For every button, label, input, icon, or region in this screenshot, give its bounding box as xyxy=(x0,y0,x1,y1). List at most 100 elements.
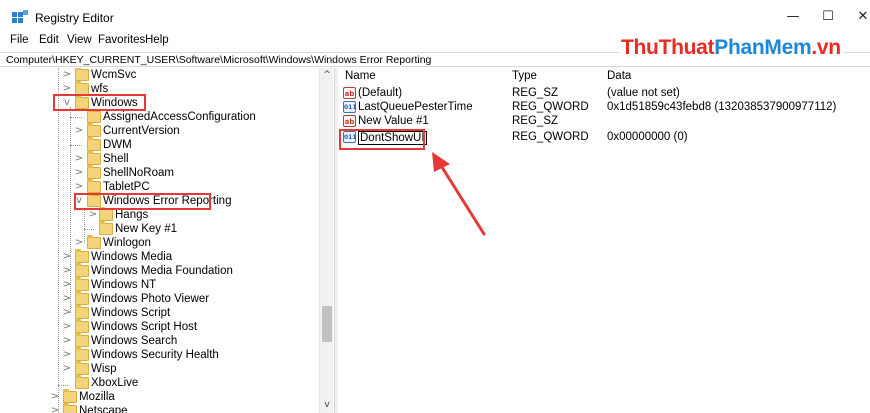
tree-item-xboxlive[interactable]: XboxLive xyxy=(0,375,319,390)
maximize-button[interactable]: ☐ xyxy=(810,4,846,30)
menu-view[interactable]: View xyxy=(67,34,92,46)
folder-icon xyxy=(75,361,89,375)
folder-icon xyxy=(75,263,89,277)
value-name: New Value #1 xyxy=(358,115,429,127)
chevron-right-icon[interactable]: > xyxy=(74,166,84,180)
binary-value-icon: 011 xyxy=(343,101,357,113)
tree-item-windows-script-host[interactable]: > Windows Script Host xyxy=(0,319,319,334)
value-row[interactable]: 011 DontShowUI REG_QWORD 0x00000000 (0) xyxy=(339,130,870,145)
tree-item-shellnoroam[interactable]: > ShellNoRoam xyxy=(0,165,319,180)
binary-value-icon: 011 xyxy=(343,131,357,143)
tree-item-windows-search[interactable]: > Windows Search xyxy=(0,333,319,348)
column-header-type[interactable]: Type xyxy=(512,70,537,82)
chevron-right-icon[interactable]: > xyxy=(62,306,72,320)
tree-item-label: Windows Photo Viewer xyxy=(91,293,210,305)
folder-icon xyxy=(75,68,89,81)
tree-item-label: WcmSvc xyxy=(91,69,137,81)
folder-icon xyxy=(75,249,89,263)
value-row[interactable]: 011 LastQueuePesterTime REG_QWORD 0x1d51… xyxy=(339,100,870,115)
value-name: (Default) xyxy=(358,87,403,99)
chevron-right-icon[interactable]: > xyxy=(62,320,72,334)
tree-item-windows-security-health[interactable]: > Windows Security Health xyxy=(0,347,319,362)
title-bar: Registry Editor — ☐ ✕ xyxy=(0,0,870,32)
tree-item-windows-script[interactable]: > Windows Script xyxy=(0,305,319,320)
column-header-data[interactable]: Data xyxy=(607,70,631,82)
tree-item-windows-photo-viewer[interactable]: > Windows Photo Viewer xyxy=(0,291,319,306)
chevron-right-icon[interactable]: > xyxy=(74,124,84,138)
chevron-right-icon[interactable]: > xyxy=(62,68,72,82)
registry-editor-icon xyxy=(12,10,28,23)
scroll-thumb[interactable] xyxy=(322,306,332,342)
chevron-right-icon[interactable]: > xyxy=(62,264,72,278)
tree-item-label: Windows Search xyxy=(91,335,178,347)
folder-icon xyxy=(75,305,89,319)
pane-splitter[interactable] xyxy=(334,68,338,413)
tree-item-mozilla[interactable]: > Mozilla xyxy=(0,389,319,404)
folder-icon xyxy=(75,333,89,347)
tree-item-label: wfs xyxy=(91,83,109,95)
menu-edit[interactable]: Edit xyxy=(39,34,59,46)
chevron-down-icon[interactable]: v xyxy=(62,96,72,110)
tree-item-wcmsvc[interactable]: > WcmSvc xyxy=(0,68,319,82)
folder-icon xyxy=(87,151,101,165)
tree-item-windows[interactable]: v Windows xyxy=(0,95,319,110)
tree-item-label: AssignedAccessConfiguration xyxy=(103,111,256,123)
value-name-edit-field[interactable]: DontShowUI xyxy=(358,131,427,145)
column-header-name[interactable]: Name xyxy=(345,70,376,82)
tree-item-windows-nt[interactable]: > Windows NT xyxy=(0,277,319,292)
chevron-right-icon[interactable]: > xyxy=(74,180,84,194)
chevron-down-icon[interactable]: v xyxy=(74,194,84,208)
registry-values-list: Name Type Data ab (Default) REG_SZ (valu… xyxy=(339,68,870,413)
folder-icon xyxy=(75,347,89,361)
folder-icon xyxy=(87,137,101,151)
value-row[interactable]: ab (Default) REG_SZ (value not set) xyxy=(339,86,870,101)
minimize-button[interactable]: — xyxy=(775,4,811,30)
tree-item-dwm[interactable]: DWM xyxy=(0,137,319,152)
value-row[interactable]: ab New Value #1 REG_SZ xyxy=(339,114,870,129)
menu-favorites[interactable]: Favorites xyxy=(98,34,145,46)
tree-item-label: Windows Error Reporting xyxy=(103,195,232,207)
tree-item-label: Windows Media Foundation xyxy=(91,265,233,277)
tree-item-wisp[interactable]: > Wisp xyxy=(0,361,319,376)
tree-item-label: Mozilla xyxy=(79,391,115,403)
tree-item-windows-media[interactable]: > Windows Media xyxy=(0,249,319,264)
tree-item-winlogon[interactable]: > Winlogon xyxy=(0,235,319,250)
tree-item-currentversion[interactable]: > CurrentVersion xyxy=(0,123,319,138)
menu-file[interactable]: File xyxy=(10,34,29,46)
folder-icon xyxy=(75,375,89,389)
tree-item-hangs[interactable]: > Hangs xyxy=(0,207,319,222)
folder-icon xyxy=(63,389,77,403)
chevron-right-icon[interactable]: > xyxy=(88,208,98,222)
folder-icon xyxy=(99,221,113,235)
tree-item-tabletpc[interactable]: > TabletPC xyxy=(0,179,319,194)
value-type: REG_QWORD xyxy=(512,101,589,113)
folder-icon xyxy=(87,193,101,207)
chevron-right-icon[interactable]: > xyxy=(74,152,84,166)
folder-icon xyxy=(87,179,101,193)
chevron-right-icon[interactable]: > xyxy=(62,82,72,96)
tree-item-new-key-1[interactable]: New Key #1 xyxy=(0,221,319,236)
chevron-right-icon[interactable]: > xyxy=(50,404,60,413)
scroll-down-arrow-icon[interactable]: v xyxy=(320,398,334,412)
tree-scrollbar[interactable]: ^ v xyxy=(319,68,333,413)
chevron-right-icon[interactable]: > xyxy=(62,278,72,292)
close-button[interactable]: ✕ xyxy=(845,4,870,30)
tree-item-label: New Key #1 xyxy=(115,223,178,235)
tree-item-windows-media-foundation[interactable]: > Windows Media Foundation xyxy=(0,263,319,278)
chevron-right-icon[interactable]: > xyxy=(50,390,60,404)
tree-item-shell[interactable]: > Shell xyxy=(0,151,319,166)
chevron-right-icon[interactable]: > xyxy=(62,348,72,362)
chevron-right-icon[interactable]: > xyxy=(62,292,72,306)
tree-item-wfs[interactable]: > wfs xyxy=(0,81,319,96)
tree-item-netscape[interactable]: > Netscape xyxy=(0,403,319,413)
string-value-icon: ab xyxy=(343,115,356,127)
chevron-right-icon[interactable]: > xyxy=(62,362,72,376)
chevron-right-icon[interactable]: > xyxy=(62,334,72,348)
scroll-up-arrow-icon[interactable]: ^ xyxy=(320,68,334,82)
tree-item-windows-error-reporting[interactable]: v Windows Error Reporting xyxy=(0,193,319,208)
menu-help[interactable]: Help xyxy=(145,34,169,46)
chevron-right-icon[interactable]: > xyxy=(62,250,72,264)
chevron-right-icon[interactable]: > xyxy=(74,236,84,250)
watermark-logo: ThuThuatPhanMem.vn xyxy=(619,36,843,60)
tree-item-assignedaccessconfiguration[interactable]: AssignedAccessConfiguration xyxy=(0,109,319,124)
